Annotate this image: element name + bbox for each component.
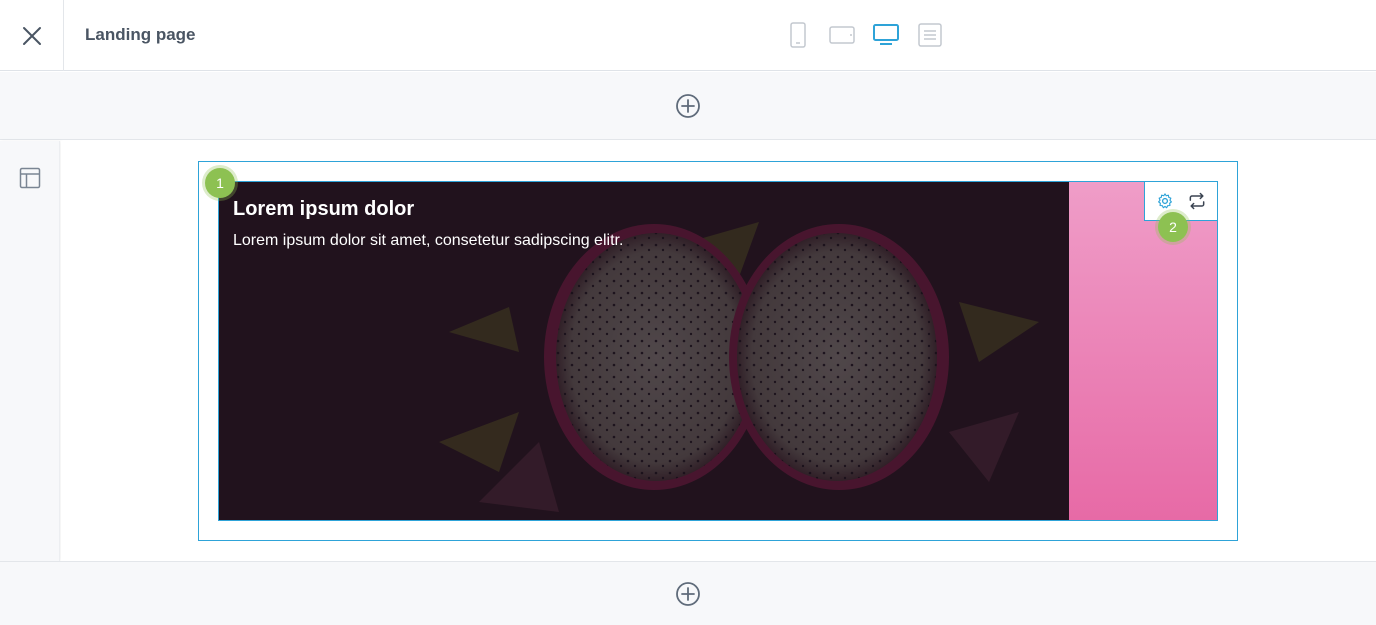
- repeat-icon: [1189, 192, 1205, 210]
- gear-icon: [1158, 193, 1172, 209]
- page-title: Landing page: [85, 25, 196, 44]
- top-bar: Landing page: [0, 0, 1376, 71]
- device-desktop-button[interactable]: [864, 22, 908, 50]
- device-mobile-button[interactable]: [776, 22, 820, 50]
- hero-block[interactable]: Lorem ipsum dolor Lorem ipsum dolor sit …: [218, 181, 1218, 521]
- close-icon: [22, 26, 41, 45]
- left-rail: [0, 141, 60, 561]
- add-section-top-band: [0, 72, 1376, 140]
- add-section-bottom-button[interactable]: [675, 581, 701, 607]
- add-section-top-button[interactable]: [675, 93, 701, 119]
- step-badge-2: 2: [1158, 212, 1188, 242]
- step-badge-1: 1: [205, 168, 235, 198]
- mobile-device-icon: [790, 22, 806, 48]
- hero-text[interactable]: Lorem ipsum dolor sit amet, consetetur s…: [233, 232, 623, 250]
- hero-heading[interactable]: Lorem ipsum dolor: [233, 198, 414, 221]
- plus-circle-icon: [676, 93, 700, 118]
- pink-panel: [1069, 182, 1217, 520]
- layout-icon[interactable]: [19, 167, 41, 189]
- text-view-icon: [918, 23, 942, 47]
- block-settings-button[interactable]: [1153, 189, 1177, 213]
- device-switcher: [776, 22, 952, 50]
- desktop-device-icon: [873, 24, 899, 45]
- hero-image: Lorem ipsum dolor Lorem ipsum dolor sit …: [219, 182, 1069, 520]
- block-swap-button[interactable]: [1185, 189, 1209, 213]
- close-button[interactable]: [0, 0, 64, 71]
- add-section-bottom-band: [0, 561, 1376, 625]
- device-text-button[interactable]: [908, 22, 952, 50]
- device-tablet-button[interactable]: [820, 22, 864, 50]
- tablet-device-icon: [829, 26, 855, 44]
- plus-circle-icon: [676, 581, 700, 606]
